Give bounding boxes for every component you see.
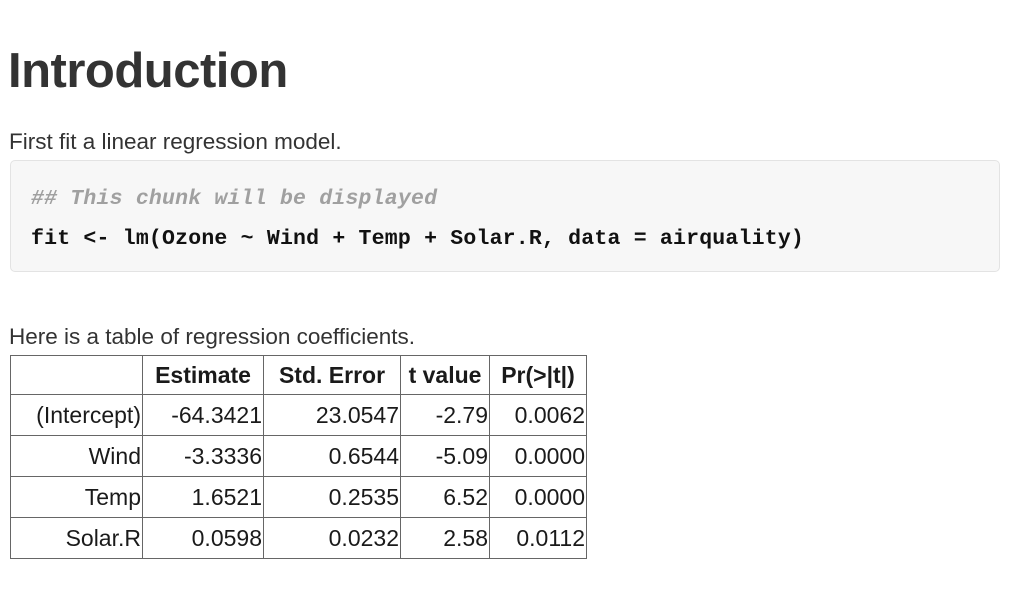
cell-std-error: 0.2535	[263, 476, 401, 518]
cell-p-value: 0.0062	[489, 394, 587, 436]
cell-p-value: 0.0112	[489, 517, 587, 559]
cell-p-value: 0.0000	[489, 435, 587, 477]
cell-t-value: 6.52	[400, 476, 490, 518]
table-header-row: Estimate Std. Error t value Pr(>|t|)	[10, 355, 587, 395]
code-chunk-block: ## This chunk will be displayed fit <- l…	[10, 160, 1000, 272]
cell-term: (Intercept)	[10, 394, 143, 436]
cell-t-value: -2.79	[400, 394, 490, 436]
column-header-p-value: Pr(>|t|)	[489, 355, 587, 395]
column-header-std-error: Std. Error	[263, 355, 401, 395]
regression-coefficients-table: Estimate Std. Error t value Pr(>|t|) (In…	[10, 355, 587, 559]
column-header-term	[10, 355, 143, 395]
cell-estimate: 0.0598	[142, 517, 264, 559]
column-header-estimate: Estimate	[142, 355, 264, 395]
table-row: Temp 1.6521 0.2535 6.52 0.0000	[10, 476, 587, 518]
table-body: (Intercept) -64.3421 23.0547 -2.79 0.006…	[10, 394, 587, 559]
table-intro-paragraph: Here is a table of regression coefficien…	[9, 323, 416, 349]
cell-std-error: 23.0547	[263, 394, 401, 436]
cell-estimate: -3.3336	[142, 435, 264, 477]
cell-term: Temp	[10, 476, 143, 518]
intro-paragraph: First fit a linear regression model.	[9, 128, 342, 154]
cell-p-value: 0.0000	[489, 476, 587, 518]
table-row: Wind -3.3336 0.6544 -5.09 0.0000	[10, 435, 587, 477]
cell-t-value: -5.09	[400, 435, 490, 477]
cell-std-error: 0.0232	[263, 517, 401, 559]
code-source-line: fit <- lm(Ozone ~ Wind + Temp + Solar.R,…	[31, 227, 805, 251]
cell-t-value: 2.58	[400, 517, 490, 559]
cell-estimate: 1.6521	[142, 476, 264, 518]
coefficients-table-wrapper: Estimate Std. Error t value Pr(>|t|) (In…	[10, 355, 587, 559]
page-title: Introduction	[8, 43, 288, 98]
column-header-t-value: t value	[400, 355, 490, 395]
cell-term: Solar.R	[10, 517, 143, 559]
table-header: Estimate Std. Error t value Pr(>|t|)	[10, 355, 587, 395]
cell-term: Wind	[10, 435, 143, 477]
table-row: Solar.R 0.0598 0.0232 2.58 0.0112	[10, 517, 587, 559]
table-row: (Intercept) -64.3421 23.0547 -2.79 0.006…	[10, 394, 587, 436]
document-page: Introduction First fit a linear regressi…	[0, 0, 1016, 596]
cell-std-error: 0.6544	[263, 435, 401, 477]
code-comment-line: ## This chunk will be displayed	[31, 187, 438, 211]
cell-estimate: -64.3421	[142, 394, 264, 436]
